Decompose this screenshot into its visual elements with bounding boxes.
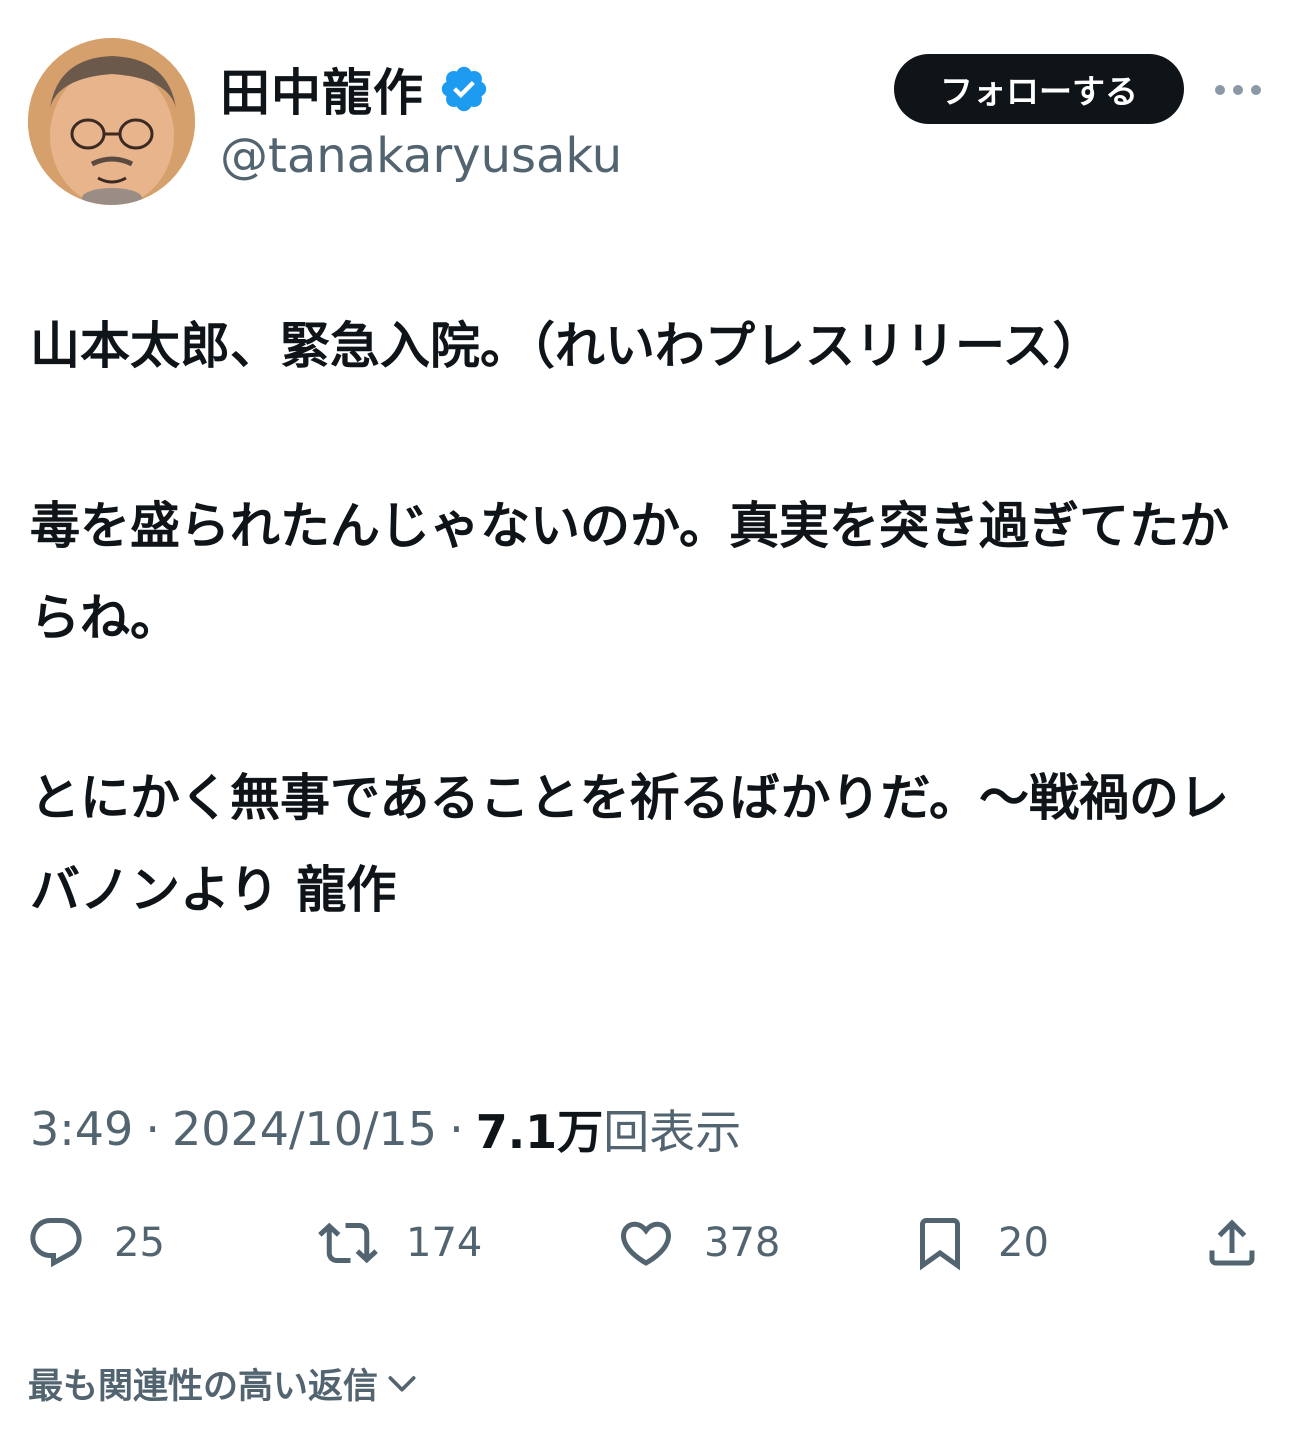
tweet-text: 山本太郎、緊急入院。（れいわプレスリリース） 毒を盛られたんじゃないのか。真実を… (30, 300, 1245, 936)
views-label[interactable]: 回表示 (603, 1096, 741, 1162)
share-button[interactable] (1202, 1210, 1262, 1276)
share-icon (1209, 1219, 1255, 1266)
reply-count: 25 (114, 1220, 165, 1266)
tweet-meta: 3:49 · 2024/10/15 · 7.1万 回表示 (30, 1098, 741, 1160)
more-options-icon[interactable] (1212, 70, 1264, 110)
reply-button[interactable]: 25 (26, 1210, 165, 1276)
tweet-paragraph: 山本太郎、緊急入院。（れいわプレスリリース） (30, 317, 1103, 375)
bookmark-count: 20 (998, 1220, 1049, 1266)
verified-badge-icon (441, 66, 487, 112)
follow-button[interactable]: フォローする (894, 54, 1184, 124)
author-handle[interactable]: @tanakaryusaku (220, 128, 622, 184)
bookmark-button[interactable]: 20 (910, 1210, 1049, 1276)
tweet-paragraph: 毒を盛られたんじゃないのか。真実を突き過ぎてたからね。 (30, 497, 1229, 647)
reply-icon (30, 1218, 82, 1268)
meta-separator: · (145, 1102, 160, 1156)
meta-separator: · (449, 1102, 464, 1156)
tweet-time[interactable]: 3:49 (30, 1102, 133, 1156)
tweet-paragraph: とにかく無事であることを祈るばかりだ。〜戦禍のレバノンより 龍作 (30, 769, 1229, 919)
author-name-row: 田中龍作 (220, 58, 490, 122)
heart-icon (620, 1221, 672, 1266)
author-display-name[interactable]: 田中龍作 (220, 53, 424, 125)
retweet-count: 174 (406, 1220, 483, 1266)
bookmark-icon (920, 1218, 960, 1271)
author-avatar[interactable] (28, 38, 195, 205)
views-count[interactable]: 7.1万 (476, 1096, 604, 1162)
reply-sort-label: 最も関連性の高い返信 (28, 1366, 379, 1407)
reply-sort-dropdown[interactable]: 最も関連性の高い返信 (28, 1355, 422, 1411)
chevron-down-icon (388, 1376, 416, 1392)
like-button[interactable]: 378 (616, 1210, 780, 1276)
avatar-illustration (28, 38, 195, 205)
retweet-icon (318, 1222, 378, 1264)
tweet-date[interactable]: 2024/10/15 (172, 1102, 437, 1156)
like-count: 378 (704, 1220, 781, 1266)
retweet-button[interactable]: 174 (318, 1210, 482, 1276)
